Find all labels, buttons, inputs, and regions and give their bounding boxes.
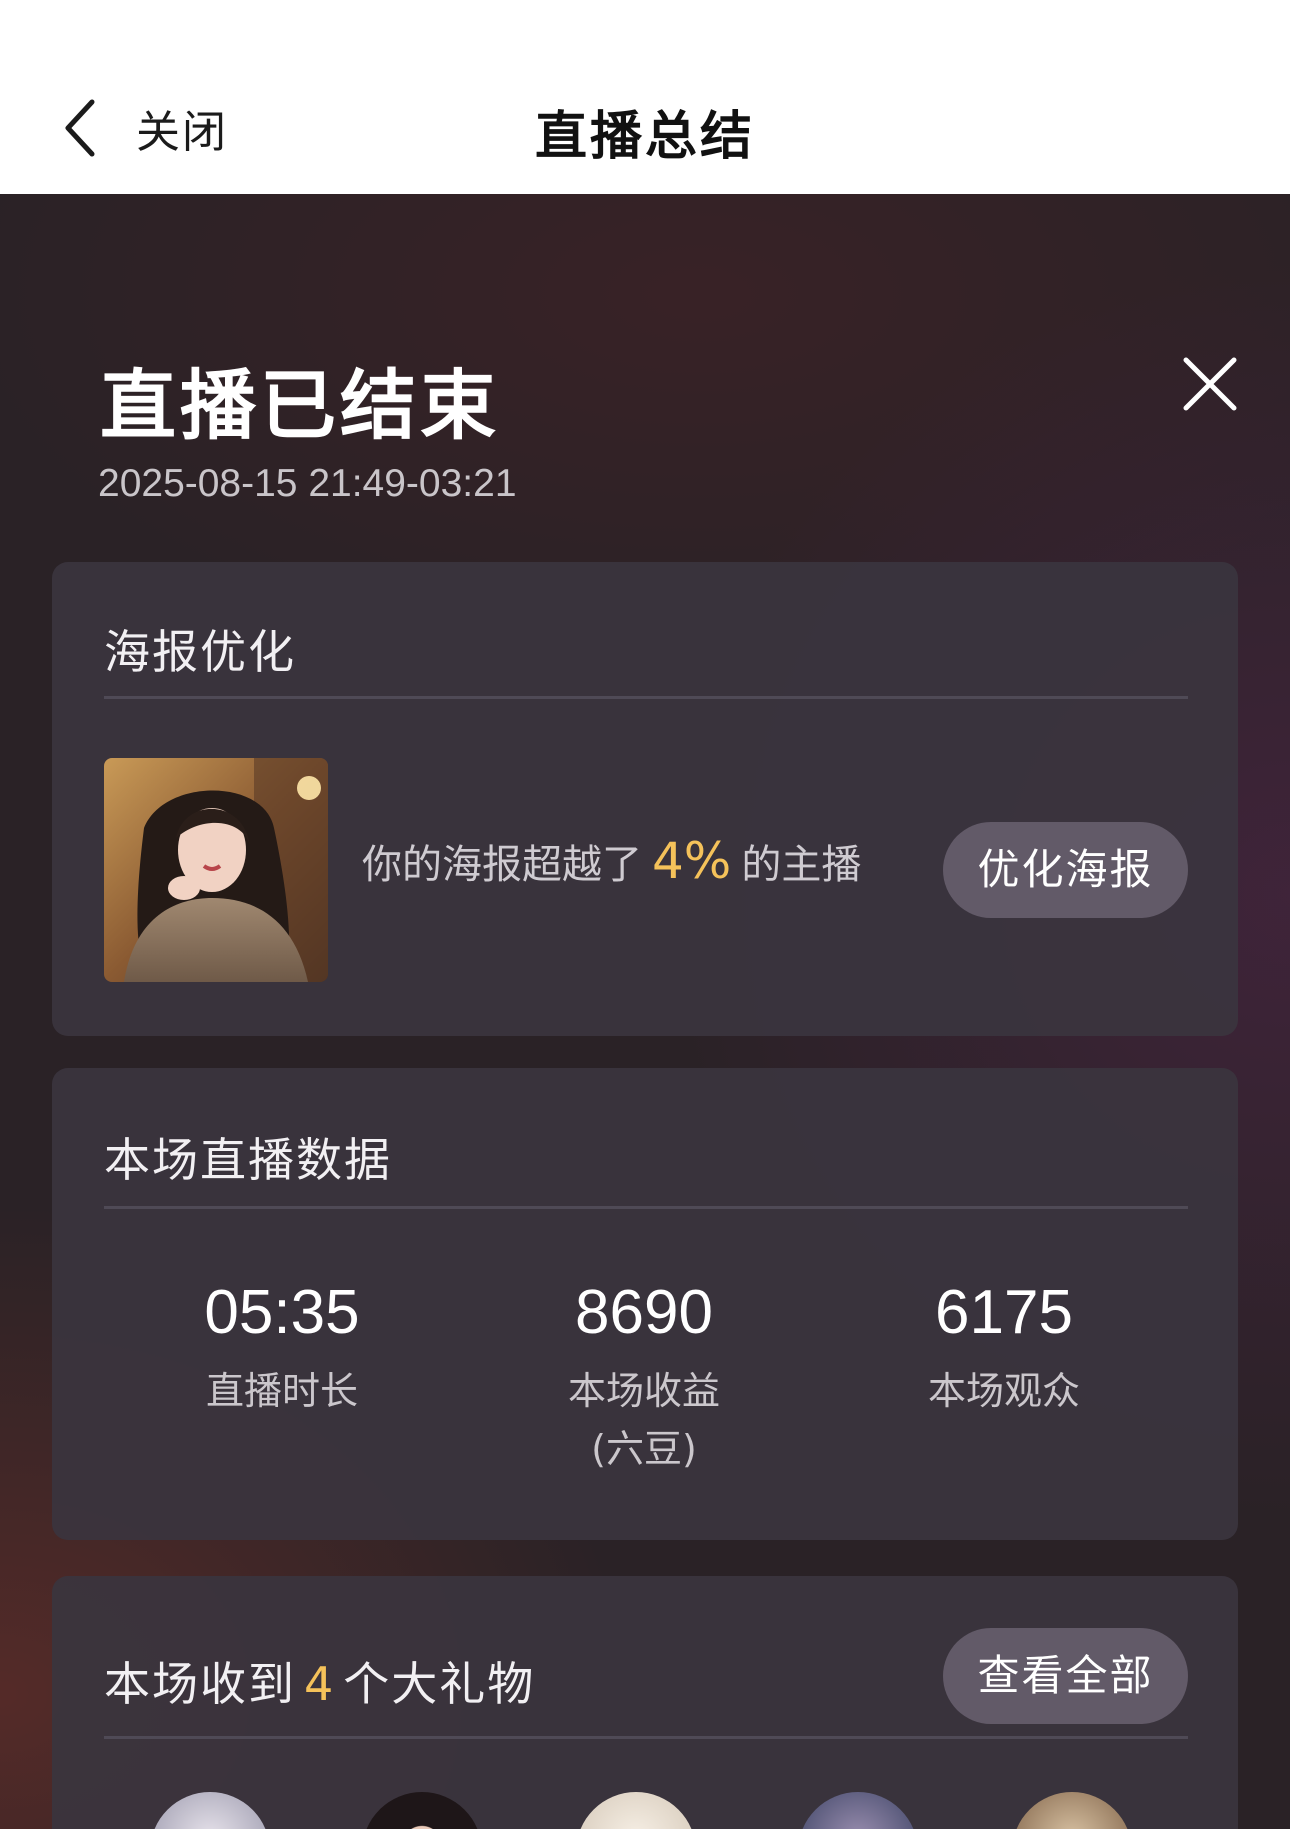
gifts-card-title: 本场收到 4 个大礼物 [104, 1648, 535, 1714]
stat-label-main: 本场收益 [567, 1369, 720, 1413]
live-time-range: 2025-08-15 21:49-03:21 [98, 462, 517, 505]
stat-label-unit: (六豆) [591, 1427, 697, 1471]
view-all-button[interactable]: 查看全部 [943, 1628, 1188, 1724]
poster-thumbnail[interactable] [104, 758, 328, 982]
optimize-poster-button[interactable]: 优化海报 [943, 822, 1188, 918]
summary-panel: 直播已结束 2025-08-15 21:49-03:21 海报优化 你的海报超越… [0, 194, 1290, 1829]
stat-earnings: 8690 本场收益 (六豆) [464, 1278, 824, 1478]
poster-text-after: 的主播 [741, 842, 862, 888]
live-ended-heading: 直播已结束 [100, 361, 500, 450]
stats-card-title: 本场直播数据 [104, 1133, 392, 1187]
live-stats-card: 本场直播数据 05:35 直播时长 8690 本场收益 (六豆) 6175 本场… [52, 1068, 1238, 1540]
gifts-count: 4 [304, 1657, 336, 1711]
stat-value: 8690 [575, 1278, 713, 1347]
stat-viewers: 6175 本场观众 [824, 1278, 1184, 1420]
page-title: 直播总结 [534, 107, 755, 167]
poster-portrait-image [104, 758, 328, 982]
stat-label: 直播时长 [205, 1369, 358, 1413]
gifts-text-before: 本场收到 [104, 1657, 296, 1711]
poster-text-before: 你的海报超越了 [362, 842, 642, 888]
gifts-text-after: 个大礼物 [343, 1657, 536, 1711]
stat-duration: 05:35 直播时长 [102, 1278, 462, 1420]
divider [104, 696, 1188, 699]
poster-ranking-text: 你的海报超越了 4% 的主播 [362, 832, 861, 890]
poster-optimization-card: 海报优化 你的海报超越了 4% 的主播 优化海报 [52, 562, 1238, 1036]
stat-label: 本场收益 (六豆) [464, 1362, 824, 1478]
poster-card-title: 海报优化 [104, 625, 296, 679]
gifter-avatar[interactable] [1012, 1792, 1132, 1829]
poster-percent: 4% [652, 832, 732, 890]
gifter-avatar[interactable] [798, 1792, 918, 1829]
gifter-avatar[interactable] [150, 1792, 270, 1829]
close-icon[interactable] [1180, 354, 1240, 414]
gifter-avatar[interactable] [576, 1792, 696, 1829]
big-gifts-card: 本场收到 4 个大礼物 查看全部 [52, 1576, 1238, 1829]
divider [104, 1736, 1188, 1739]
stat-value: 6175 [935, 1278, 1073, 1347]
top-nav-bar: 关闭 直播总结 [0, 0, 1290, 194]
gifter-avatar[interactable] [362, 1792, 482, 1829]
stat-value: 05:35 [204, 1278, 360, 1347]
divider [104, 1206, 1188, 1209]
stat-label: 本场观众 [927, 1369, 1080, 1413]
